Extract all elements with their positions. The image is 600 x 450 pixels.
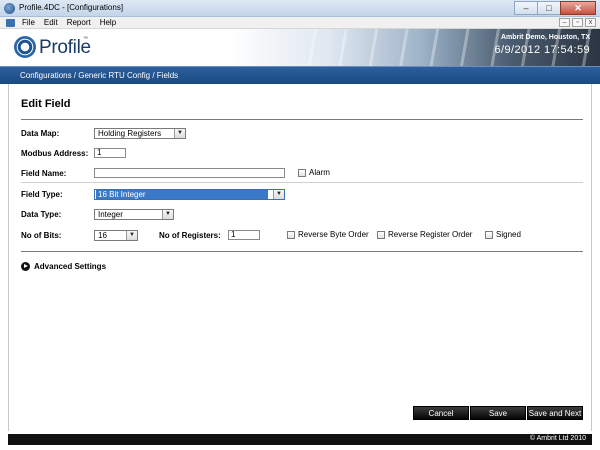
chevron-down-icon[interactable]: ▼ [273,190,284,199]
footer: © Ambrit Ltd 2010 [0,431,600,450]
data-map-select[interactable]: Holding Registers ▼ [94,128,186,139]
data-map-value: Holding Registers [98,129,162,138]
window-title: Profile.4DC - [Configurations] [19,3,124,12]
edit-field-panel: Edit Field Data Map: Holding Registers ▼… [8,84,592,431]
window-controls: – □ ✕ [514,1,596,15]
reverse-register-order-checkbox[interactable]: Reverse Register Order [377,230,472,239]
data-type-value: Integer [98,210,123,219]
menu-edit[interactable]: Edit [44,18,58,27]
close-button[interactable]: ✕ [560,1,596,15]
minimize-button[interactable]: – [514,1,538,15]
mdi-close-button[interactable]: x [585,18,596,27]
checkbox-icon[interactable] [377,230,385,239]
copyright: © Ambrit Ltd 2010 [529,435,586,442]
app-banner: Profile ™ Ambrit Demo, Houston, TX 6/9/2… [0,29,600,66]
no-of-bits-value: 16 [98,231,107,240]
datetime: 6/9/2012 17:54:59 [494,44,590,56]
modbus-address-input[interactable]: 1 [94,148,126,158]
field-type-select[interactable]: 16 Bit Integer ▼ [94,189,285,200]
no-of-bits-label: No of Bits: [21,231,62,240]
field-type-label: Field Type: [21,190,63,199]
reverse-register-order-label: Reverse Register Order [388,230,473,239]
mdi-minimize-button[interactable]: – [559,18,570,27]
chevron-down-icon[interactable]: ▼ [162,210,173,219]
divider [21,251,583,252]
mdi-restore-button[interactable]: ▫ [572,18,583,27]
menu-file[interactable]: File [22,18,35,27]
breadcrumb-bar: Configurations / Generic RTU Config / Fi… [0,66,600,84]
menu-help[interactable]: Help [100,18,116,27]
divider [21,182,583,183]
page-title: Edit Field [21,98,71,110]
save-and-next-button[interactable]: Save and Next [527,406,583,420]
no-of-registers-label: No of Registers: [159,231,221,240]
footer-bar [8,434,592,445]
reverse-byte-order-label: Reverse Byte Order [298,230,369,239]
data-type-select[interactable]: Integer ▼ [94,209,174,220]
menu-report[interactable]: Report [67,18,91,27]
expand-arrow-icon[interactable] [21,262,30,271]
data-type-label: Data Type: [21,210,62,219]
advanced-settings-label: Advanced Settings [34,262,107,271]
alarm-label: Alarm [309,168,330,177]
divider [21,119,583,120]
profile-logo-icon [14,36,36,58]
chevron-down-icon[interactable]: ▼ [126,231,137,240]
window-titlebar: Profile.4DC - [Configurations] – □ ✕ [0,0,600,17]
field-type-value: 16 Bit Integer [96,190,268,199]
reverse-byte-order-checkbox[interactable]: Reverse Byte Order [287,230,369,239]
data-map-label: Data Map: [21,129,60,138]
trademark: ™ [83,36,88,42]
no-of-registers-input[interactable]: 1 [228,230,260,240]
checkbox-icon[interactable] [485,230,493,239]
modbus-address-label: Modbus Address: [21,149,89,158]
field-name-input[interactable] [94,168,285,178]
chevron-down-icon[interactable]: ▼ [174,129,185,138]
alarm-checkbox[interactable]: Alarm [298,168,330,177]
app-icon [4,3,15,14]
document-icon[interactable] [6,19,15,27]
save-button[interactable]: Save [470,406,526,420]
maximize-button[interactable]: □ [537,1,561,15]
cancel-button[interactable]: Cancel [413,406,469,420]
checkbox-icon[interactable] [298,168,306,177]
advanced-settings-toggle[interactable]: Advanced Settings [21,262,106,271]
menu-bar: File Edit Report Help – ▫ x [0,17,600,29]
action-bar: Cancel Save Save and Next [413,406,583,420]
signed-label: Signed [496,230,521,239]
checkbox-icon[interactable] [287,230,295,239]
signed-checkbox[interactable]: Signed [485,230,521,239]
field-name-label: Field Name: [21,169,67,178]
breadcrumb[interactable]: Configurations / Generic RTU Config / Fi… [20,71,178,80]
no-of-bits-select[interactable]: 16 ▼ [94,230,138,241]
site-name: Ambrit Demo, Houston, TX [500,34,590,41]
